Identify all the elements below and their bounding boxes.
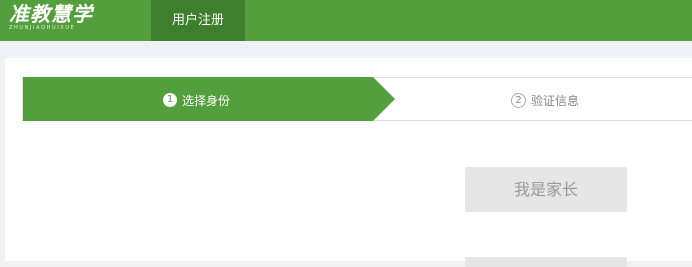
logo-subtext: ZHUNJIAOHUIXUE: [9, 25, 76, 31]
logo-text: 准教慧学: [9, 2, 93, 26]
brand-logo[interactable]: 准教慧学 ZHUNJIAOHUIXUE: [9, 2, 109, 36]
step-1-number: 1: [163, 93, 177, 107]
step-2-verify-info: 2 验证信息: [511, 91, 579, 109]
second-role-button[interactable]: [465, 257, 627, 267]
step-2-number: 2: [511, 92, 526, 108]
parent-role-button[interactable]: 我是家长: [465, 167, 627, 212]
nav-tab-user-register[interactable]: 用户注册: [151, 0, 245, 41]
step-1-select-identity: 1 选择身份: [163, 91, 230, 109]
top-navigation-bar: 准教慧学 ZHUNJIAOHUIXUE 用户注册: [0, 0, 692, 41]
header-divider: [0, 41, 692, 58]
step-2-label: 验证信息: [531, 93, 580, 108]
step-1-label: 选择身份: [182, 93, 231, 108]
